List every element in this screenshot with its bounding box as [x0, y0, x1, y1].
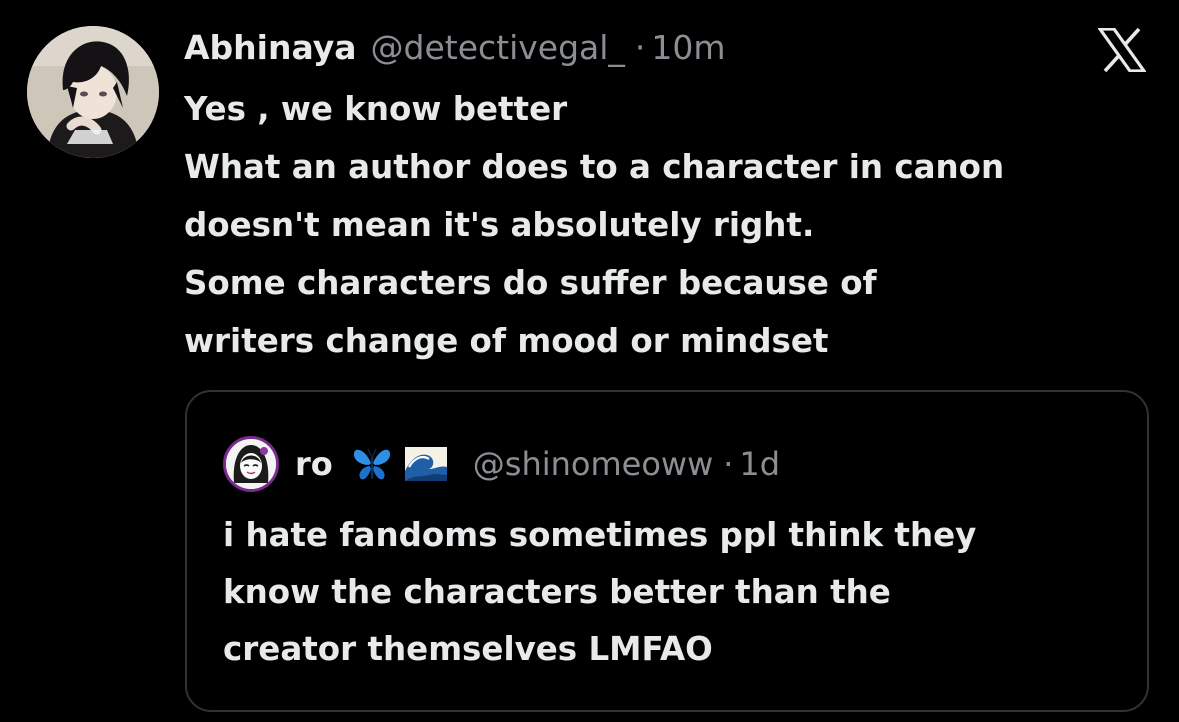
quoted-tweet-text-line: creator themselves LMFAO: [223, 630, 713, 668]
tweet-text-line: doesn't mean it's absolutely right.: [184, 206, 815, 244]
author-handle[interactable]: @detectivegal_: [371, 26, 625, 70]
header-separator: ·: [634, 28, 646, 67]
quoted-tweet-card[interactable]: ro @shinomeoww · 1d i hate fandoms somet…: [185, 390, 1149, 712]
x-logo-icon: [1098, 28, 1146, 72]
author-avatar-image: [27, 26, 159, 158]
quoted-author-handle[interactable]: @shinomeoww: [473, 445, 713, 483]
tweet-text-line: What an author does to a character in ca…: [184, 148, 1005, 186]
tweet-text: Yes , we know better What an author does…: [184, 80, 1169, 370]
tweet-text-line: Some characters do suffer because of: [184, 264, 877, 302]
tweet-text-line: Yes , we know better: [184, 90, 568, 128]
wave-icon: [404, 447, 447, 481]
tweet-header: Abhinaya @detectivegal_ · 10m: [184, 24, 726, 72]
author-avatar[interactable]: [27, 26, 159, 158]
tweet-timestamp[interactable]: 10m: [651, 26, 725, 70]
quoted-tweet-text: i hate fandoms sometimes ppl think they …: [223, 507, 1123, 678]
quoted-tweet-text-line: know the characters better than the: [223, 573, 891, 611]
quoted-author-avatar-image: [226, 439, 276, 489]
butterfly-icon: [353, 448, 390, 480]
tweet-text-line: writers change of mood or mindset: [184, 322, 829, 360]
author-name[interactable]: Abhinaya: [184, 26, 357, 70]
quoted-header-separator: ·: [723, 445, 734, 483]
quoted-author-name[interactable]: ro: [295, 445, 333, 483]
quoted-tweet-timestamp[interactable]: 1d: [739, 445, 780, 483]
quoted-tweet-text-line: i hate fandoms sometimes ppl think they: [223, 516, 977, 554]
quoted-author-avatar[interactable]: [223, 436, 279, 492]
quoted-tweet-header: ro @shinomeoww · 1d: [223, 436, 780, 492]
